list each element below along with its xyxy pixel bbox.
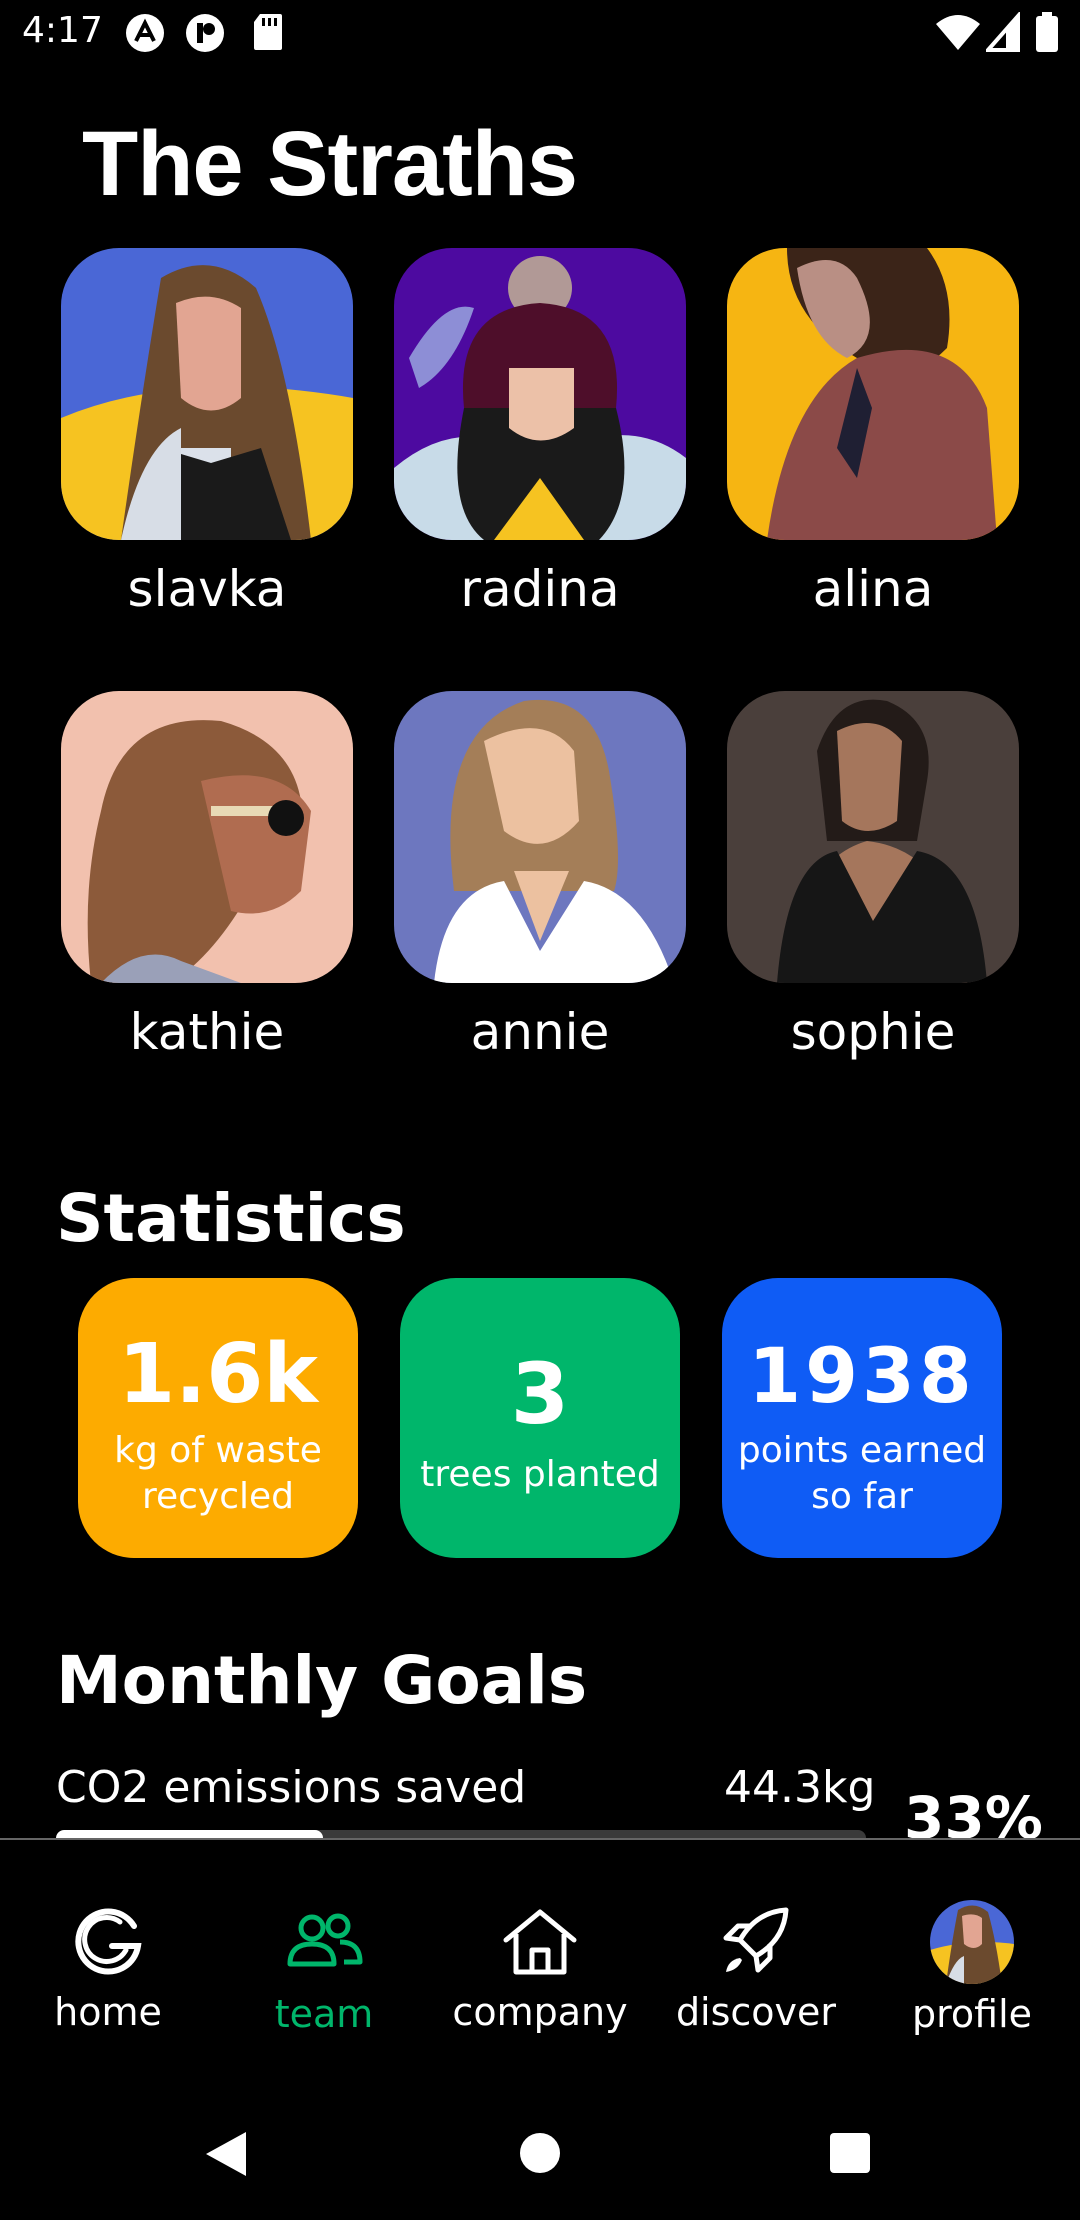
- stat-value: 1.6k: [118, 1327, 318, 1422]
- avatar-illustration: [727, 248, 1019, 540]
- status-bar: 4:17: [0, 0, 1080, 66]
- member-name: sophie: [790, 1003, 956, 1061]
- company-icon: [500, 1902, 580, 1982]
- stat-label: kg of waste: [114, 1430, 322, 1471]
- member-slavka[interactable]: slavka: [61, 248, 353, 618]
- member-kathie[interactable]: kathie: [61, 691, 353, 1061]
- stat-label: points earned: [737, 1430, 987, 1471]
- member-avatar[interactable]: [727, 248, 1019, 540]
- avatar-illustration: [727, 691, 1019, 983]
- sd-card-icon: [252, 12, 284, 57]
- app-notification-icon: [124, 12, 166, 59]
- member-avatar[interactable]: [394, 691, 686, 983]
- avatar-illustration: [61, 248, 353, 540]
- bottom-nav: home team company discover profile: [0, 1838, 1080, 2082]
- nav-company[interactable]: company: [432, 1840, 648, 2082]
- home-logo-icon: [68, 1902, 148, 1982]
- nav-profile[interactable]: profile: [864, 1840, 1080, 2082]
- goal-label: CO2 emissions saved: [56, 1762, 527, 1813]
- member-avatar[interactable]: [61, 248, 353, 540]
- avatar-illustration: [394, 691, 686, 983]
- nav-home[interactable]: home: [0, 1840, 216, 2082]
- member-alina[interactable]: alina: [727, 248, 1019, 618]
- recents-icon[interactable]: [829, 2132, 871, 2179]
- nav-discover[interactable]: discover: [648, 1840, 864, 2082]
- avatar-illustration: [394, 248, 686, 540]
- member-radina[interactable]: radina: [394, 248, 686, 618]
- member-annie[interactable]: annie: [394, 691, 686, 1061]
- profile-avatar: [930, 1900, 1014, 1984]
- monthly-goals-title: Monthly Goals: [56, 1642, 588, 1719]
- app-notification-icon: [184, 12, 226, 59]
- stat-value: 1938: [748, 1331, 976, 1420]
- member-name: kathie: [129, 1003, 285, 1061]
- stat-value: 3: [510, 1345, 570, 1443]
- stat-label: trees planted: [420, 1454, 660, 1495]
- team-title: The Straths: [82, 113, 578, 215]
- nav-label: company: [452, 1990, 628, 2034]
- battery-icon: [1036, 12, 1058, 57]
- stat-label: so far: [811, 1476, 913, 1517]
- nav-label: home: [54, 1990, 162, 2034]
- stat-card-points[interactable]: 1938 points earned so far: [722, 1278, 1002, 1558]
- team-icon: [284, 1902, 364, 1982]
- back-icon[interactable]: [204, 2130, 248, 2183]
- nav-team[interactable]: team: [216, 1840, 432, 2082]
- nav-label: discover: [675, 1990, 837, 2034]
- member-sophie[interactable]: sophie: [727, 691, 1019, 1061]
- stat-label: recycled: [141, 1476, 295, 1517]
- nav-label: profile: [911, 1992, 1033, 2036]
- status-time: 4:17: [22, 10, 103, 51]
- member-avatar[interactable]: [61, 691, 353, 983]
- cell-signal-icon: [983, 10, 1020, 57]
- member-name: slavka: [127, 560, 287, 618]
- nav-label: team: [274, 1992, 374, 2036]
- member-name: annie: [470, 1003, 610, 1061]
- stat-card-waste[interactable]: 1.6k kg of waste recycled: [78, 1278, 358, 1558]
- goal-amount: 44.3kg: [724, 1762, 876, 1813]
- member-name: alina: [812, 560, 934, 618]
- rocket-icon: [716, 1902, 796, 1982]
- stat-card-trees[interactable]: 3 trees planted: [400, 1278, 680, 1558]
- home-circle-icon[interactable]: [519, 2132, 561, 2179]
- member-avatar[interactable]: [727, 691, 1019, 983]
- avatar-illustration: [61, 691, 353, 983]
- member-avatar[interactable]: [394, 248, 686, 540]
- system-nav-bar: [0, 2080, 1080, 2220]
- wifi-icon: [934, 12, 982, 57]
- statistics-title: Statistics: [56, 1180, 406, 1257]
- member-name: radina: [460, 560, 620, 618]
